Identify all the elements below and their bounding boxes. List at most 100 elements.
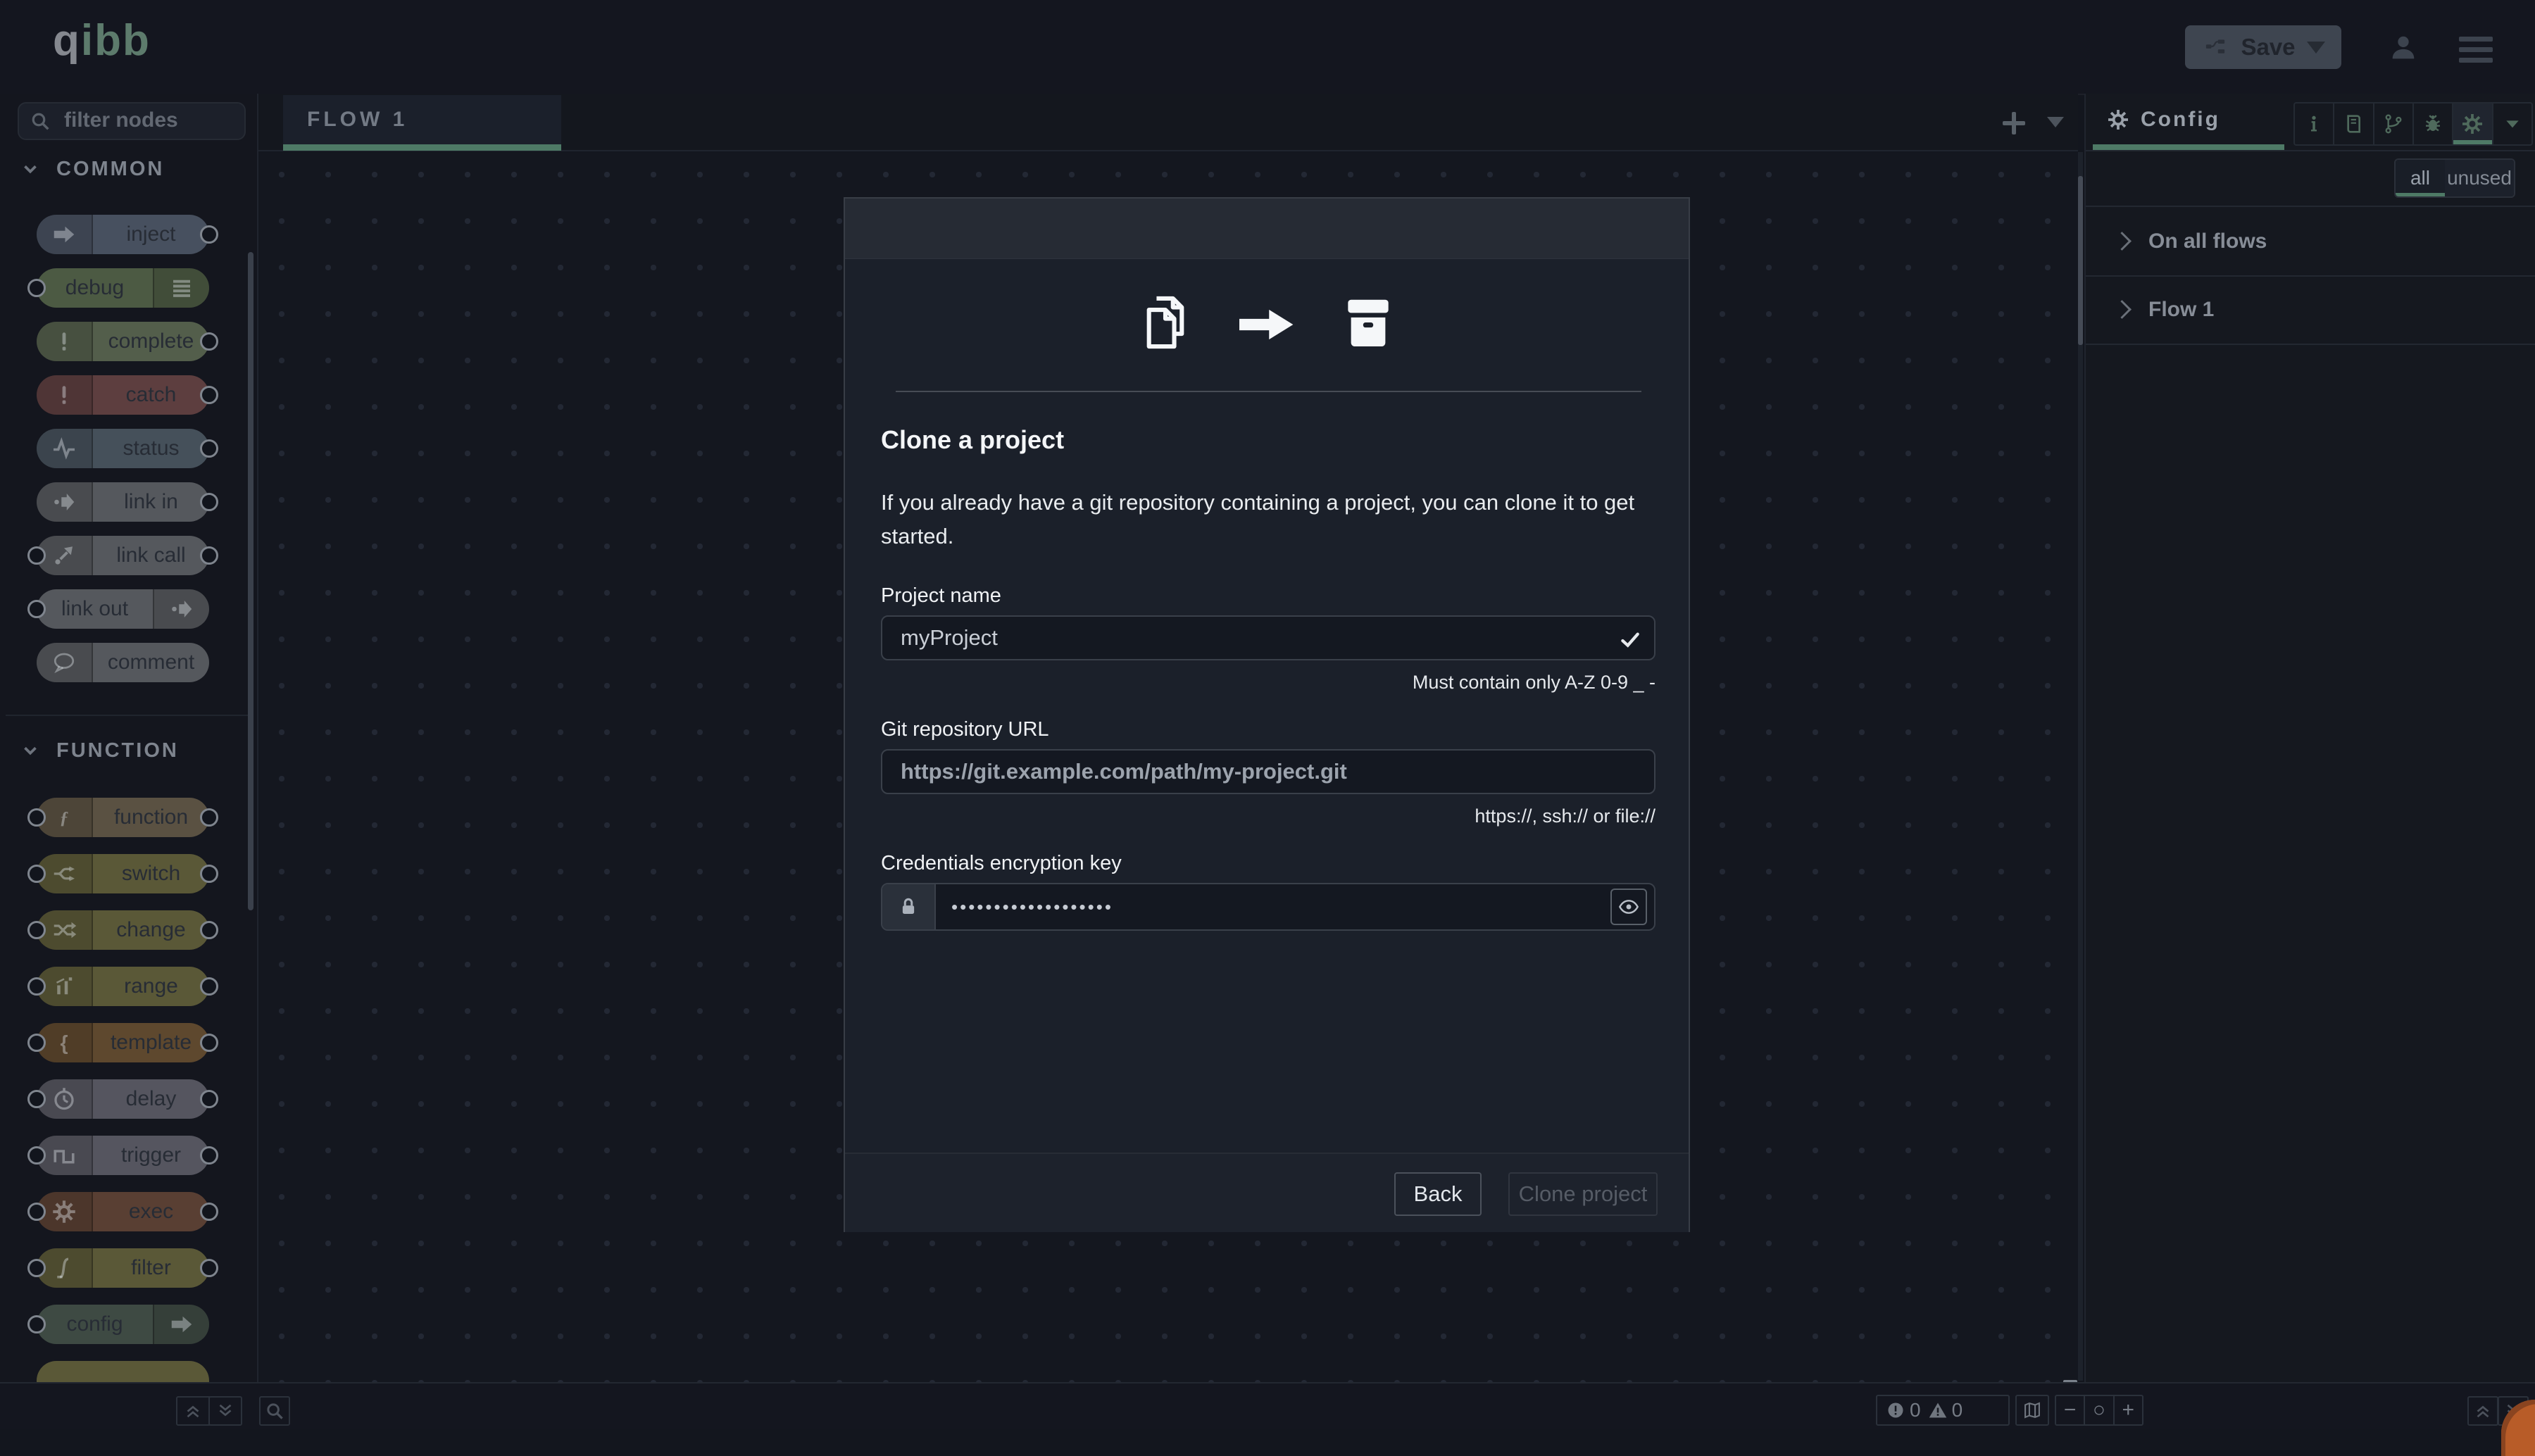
- notifications-group[interactable]: 0 0: [1876, 1395, 2010, 1426]
- zoom-reset-button[interactable]: ○: [2084, 1396, 2112, 1424]
- palette-category-function[interactable]: FUNCTION: [20, 738, 179, 763]
- palette-search-input[interactable]: [63, 105, 234, 136]
- palette-node-delay[interactable]: delay: [37, 1079, 209, 1119]
- sidebar-tool-git-branch-icon[interactable]: [2374, 103, 2414, 144]
- node-output-port[interactable]: [200, 493, 218, 511]
- sidebar-tab-config[interactable]: Config: [2093, 95, 2284, 144]
- node-output-port[interactable]: [200, 808, 218, 827]
- tab-list-caret-icon[interactable]: [2047, 117, 2064, 127]
- node-output-port[interactable]: [200, 1090, 218, 1108]
- node-input-port[interactable]: [27, 1259, 46, 1277]
- node-input-port[interactable]: [27, 546, 46, 565]
- sidebar-tool-caret-down-icon[interactable]: [2493, 103, 2531, 144]
- credentials-key-input[interactable]: [936, 884, 1654, 929]
- node-output-port[interactable]: [200, 921, 218, 939]
- palette-node-trigger[interactable]: trigger: [37, 1136, 209, 1175]
- palette-node-change[interactable]: change: [37, 910, 209, 950]
- node-palette: COMMON inject debug complete catch status link…: [0, 94, 258, 1382]
- palette-node-status[interactable]: status: [37, 429, 209, 468]
- git-branch-icon: [2382, 113, 2405, 135]
- save-caret-icon[interactable]: [2307, 42, 2325, 54]
- sidebar-toolbar: [2293, 102, 2533, 146]
- show-password-button[interactable]: [1610, 889, 1647, 925]
- palette-node-link-in[interactable]: link in: [37, 482, 209, 522]
- node-output-port[interactable]: [200, 977, 218, 996]
- zoom-out-button[interactable]: −: [2056, 1396, 2084, 1424]
- node-output-port[interactable]: [200, 1146, 218, 1165]
- logo-letters-ibb: ibb: [81, 16, 151, 65]
- palette-node-link-call[interactable]: link call: [37, 536, 209, 575]
- config-row-flow-1[interactable]: Flow 1: [2086, 275, 2535, 345]
- node-input-port[interactable]: [27, 865, 46, 883]
- minimap-toggle-button[interactable]: [2015, 1395, 2049, 1426]
- user-icon[interactable]: [2387, 32, 2420, 64]
- project-name-input[interactable]: [882, 617, 1654, 659]
- qibb-logo: qibb: [53, 15, 151, 65]
- branch-icon: [51, 861, 77, 886]
- palette-node-catch[interactable]: catch: [37, 375, 209, 415]
- sidebar-tool-gear-icon[interactable]: [2453, 103, 2493, 144]
- palette-node-template[interactable]: {template: [37, 1023, 209, 1062]
- palette-node-switch[interactable]: switch: [37, 854, 209, 893]
- config-row-on-all-flows[interactable]: On all flows: [2086, 206, 2535, 277]
- save-button[interactable]: Save: [2185, 25, 2341, 69]
- node-output-port[interactable]: [200, 1203, 218, 1221]
- add-flow-button[interactable]: [2000, 109, 2028, 137]
- canvas-vscrollbar-thumb[interactable]: [2078, 176, 2083, 345]
- zoom-controls: − ○ +: [2055, 1395, 2143, 1426]
- palette-node-link-out[interactable]: link out: [37, 589, 209, 629]
- sidebar-tool-bug-icon[interactable]: [2414, 103, 2453, 144]
- sidebar-collapse-up-button[interactable]: [2467, 1396, 2498, 1426]
- node-output-port[interactable]: [200, 546, 218, 565]
- palette-node-function[interactable]: ƒfunction: [37, 798, 209, 837]
- node-input-port[interactable]: [27, 600, 46, 618]
- palette-node-partial[interactable]: [37, 1361, 209, 1382]
- palette-search[interactable]: [18, 102, 246, 140]
- hamburger-menu-icon[interactable]: [2459, 37, 2493, 68]
- node-input-port[interactable]: [27, 921, 46, 939]
- node-output-port[interactable]: [200, 225, 218, 244]
- palette-node-inject[interactable]: inject: [37, 215, 209, 254]
- node-input-port[interactable]: [27, 279, 46, 297]
- palette-node-label: link call: [93, 536, 209, 575]
- palette-node-complete[interactable]: complete: [37, 322, 209, 361]
- back-button[interactable]: Back: [1394, 1172, 1482, 1216]
- sidebar-tool-book-icon[interactable]: [2334, 103, 2374, 144]
- node-input-port[interactable]: [27, 1034, 46, 1052]
- canvas-search-button[interactable]: [259, 1396, 290, 1426]
- node-output-port[interactable]: [200, 1034, 218, 1052]
- palette-scrollbar[interactable]: [248, 252, 254, 910]
- filter-all-button[interactable]: all: [2396, 160, 2445, 196]
- palette-category-common[interactable]: COMMON: [20, 156, 164, 182]
- sidebar-tool-info-icon[interactable]: [2295, 103, 2334, 144]
- palette-node-range[interactable]: range: [37, 967, 209, 1006]
- warning-icon: [1928, 1400, 1948, 1420]
- node-output-port[interactable]: [200, 386, 218, 404]
- palette-collapse-up-button[interactable]: [176, 1396, 210, 1426]
- palette-node-comment[interactable]: comment: [37, 643, 209, 682]
- clone-project-button[interactable]: Clone project: [1508, 1172, 1658, 1216]
- node-input-port[interactable]: [27, 977, 46, 996]
- filter-unused-button[interactable]: unused: [2445, 160, 2514, 196]
- node-input-port[interactable]: [27, 1315, 46, 1333]
- node-input-port[interactable]: [27, 1146, 46, 1165]
- palette-node-exec[interactable]: exec: [37, 1192, 209, 1231]
- node-input-port[interactable]: [27, 1090, 46, 1108]
- zoom-in-button[interactable]: +: [2113, 1396, 2142, 1424]
- node-output-port[interactable]: [200, 1259, 218, 1277]
- palette-collapse-down-button[interactable]: [208, 1396, 242, 1426]
- node-input-port[interactable]: [27, 1203, 46, 1221]
- palette-node-debug[interactable]: debug: [37, 268, 209, 308]
- node-icon-section: [153, 268, 209, 308]
- git-url-input[interactable]: [882, 751, 1654, 793]
- caret-down-icon: [2501, 113, 2524, 135]
- node-output-port[interactable]: [200, 865, 218, 883]
- node-output-port[interactable]: [200, 332, 218, 351]
- palette-node-filter[interactable]: filter: [37, 1248, 209, 1288]
- palette-node-config[interactable]: config: [37, 1305, 209, 1344]
- tab-flow-1[interactable]: FLOW 1: [283, 95, 561, 144]
- dialog-footer: Back Clone project: [845, 1153, 1689, 1232]
- flow-tabbar: FLOW 1: [258, 94, 2078, 151]
- node-output-port[interactable]: [200, 439, 218, 458]
- node-input-port[interactable]: [27, 808, 46, 827]
